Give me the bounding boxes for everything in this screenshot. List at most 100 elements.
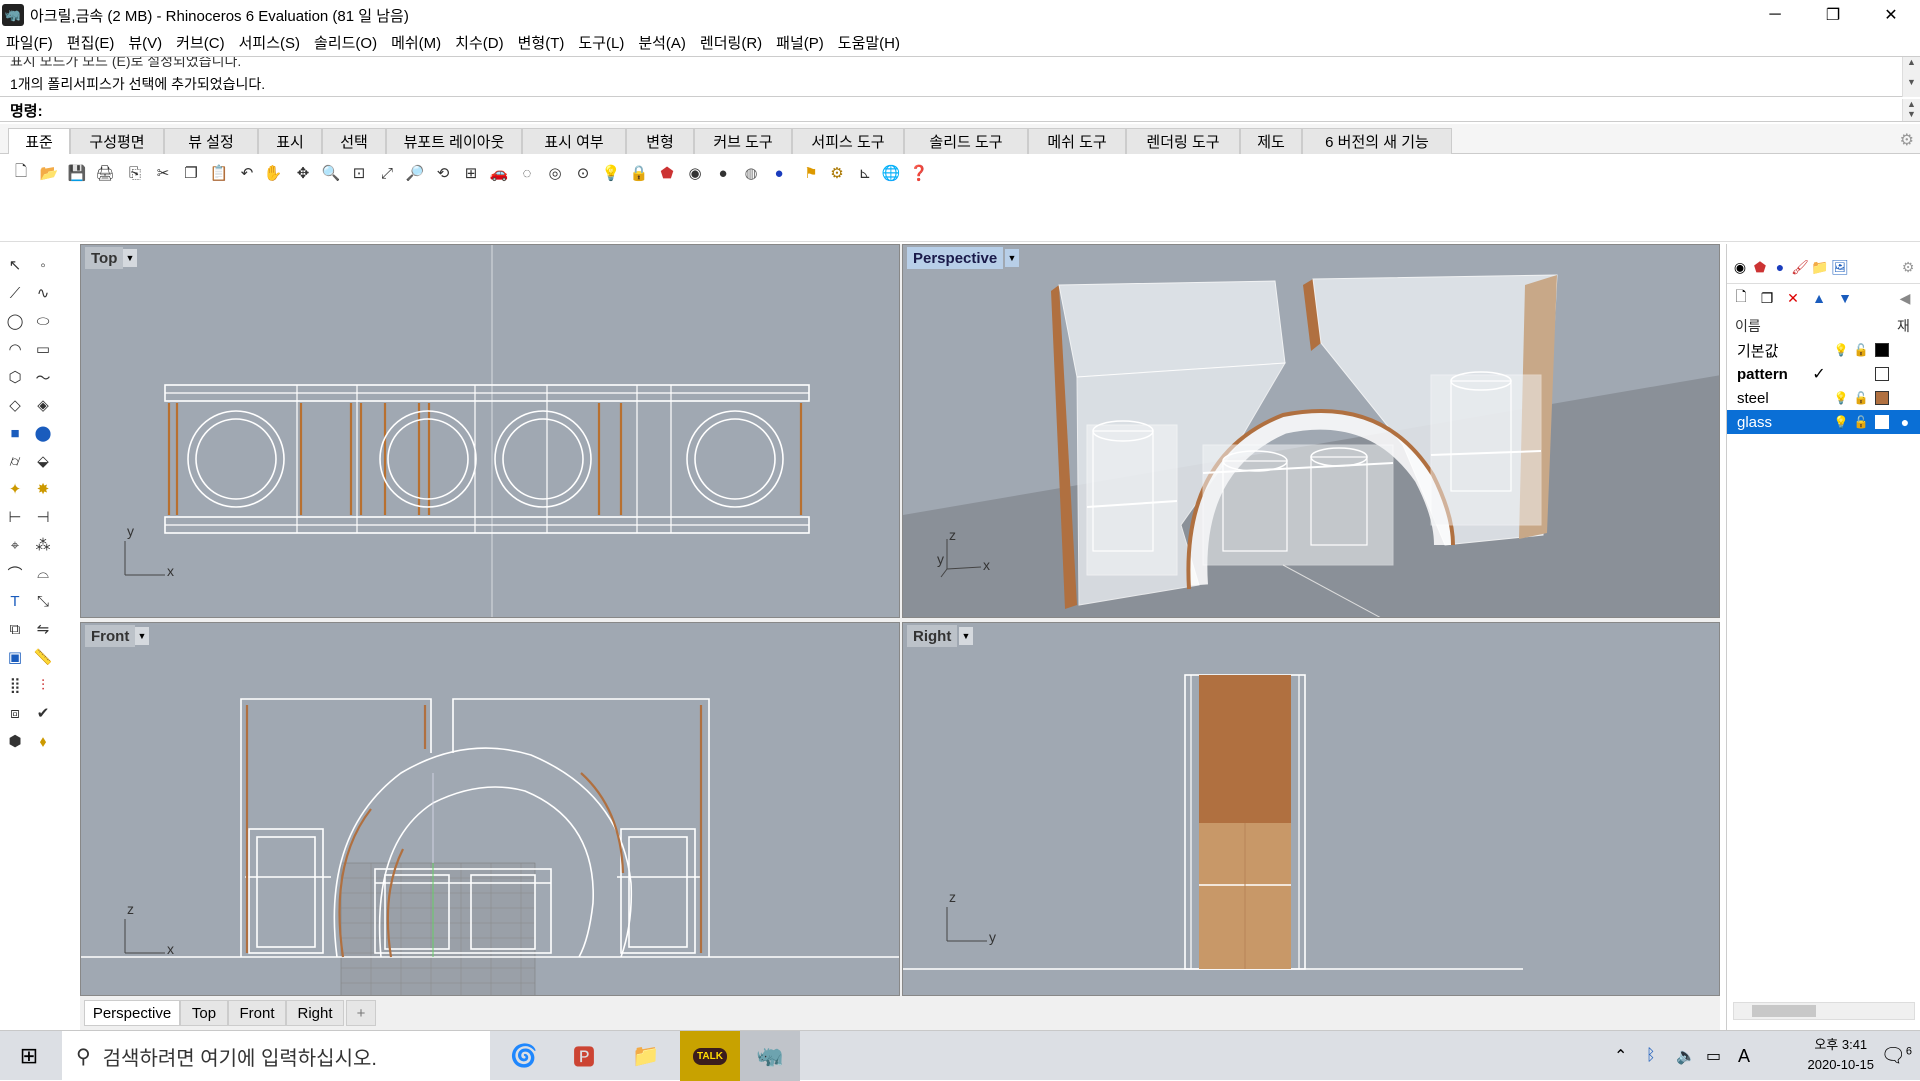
mesh-icon[interactable]: ✦ — [4, 478, 26, 500]
circle-icon[interactable]: ◯ — [4, 310, 26, 332]
unlock-icon[interactable]: 🔓 — [1853, 390, 1869, 406]
lightbulb-icon[interactable]: 💡 — [1833, 390, 1849, 406]
lock-icon[interactable]: 🔒 — [628, 162, 650, 184]
add-viewport-tab-button[interactable]: + — [346, 1000, 376, 1026]
open-icon[interactable]: 📂 — [38, 162, 60, 184]
polyline-icon[interactable]: ⟋ — [4, 282, 26, 304]
rectangle-icon[interactable]: ▭ — [32, 338, 54, 360]
zoom-window-icon[interactable]: ⊡ — [348, 162, 370, 184]
car-icon[interactable]: 🚗 — [488, 162, 510, 184]
viewport-tab-right[interactable]: Right — [286, 1000, 344, 1026]
settings-gear-icon[interactable]: ⚙ — [826, 162, 848, 184]
new-sublayer-icon[interactable]: ❐ — [1757, 288, 1777, 308]
volume-icon[interactable]: 🔈 — [1676, 1031, 1696, 1081]
menu-render[interactable]: 렌더링(R) — [700, 32, 762, 53]
layer-row-steel[interactable]: steel 💡 🔓 — [1727, 386, 1920, 410]
image-icon[interactable]: 🖼 — [1831, 258, 1849, 276]
brush-icon[interactable]: 🖌 — [1791, 258, 1809, 276]
layer-color-swatch[interactable] — [1875, 367, 1889, 381]
powerpoint-icon[interactable]: 🅿 — [554, 1031, 614, 1081]
mirror-icon[interactable]: ⇋ — [32, 618, 54, 640]
save-icon[interactable]: 💾 — [66, 162, 88, 184]
solid-box-icon[interactable]: ▣ — [4, 646, 26, 668]
viewport-layout-icon[interactable]: ⊞ — [460, 162, 482, 184]
battery-icon[interactable]: ▭ — [1706, 1031, 1721, 1081]
menu-mesh[interactable]: 메쉬(M) — [391, 32, 441, 53]
file-explorer-icon[interactable]: 📁 — [616, 1031, 676, 1081]
material-icon[interactable]: ⬟ — [1751, 258, 1769, 276]
tab-select[interactable]: 선택 — [322, 128, 386, 154]
menu-help[interactable]: 도움말(H) — [838, 32, 900, 53]
box-icon[interactable]: ■ — [4, 422, 26, 444]
layer-color-swatch[interactable] — [1875, 415, 1889, 429]
point-icon[interactable]: ◦ — [32, 254, 54, 276]
layers-horizontal-scrollbar[interactable] — [1733, 1002, 1915, 1020]
new-file-icon[interactable]: 🗋 — [10, 162, 32, 184]
ime-indicator[interactable]: A — [1738, 1031, 1750, 1081]
layer-color-swatch[interactable] — [1875, 391, 1889, 405]
unlock-icon[interactable]: 🔓 — [1853, 342, 1869, 358]
tab-standard[interactable]: 표준 — [8, 128, 70, 154]
history-icon[interactable]: ⚑ — [800, 162, 822, 184]
check-icon[interactable]: ✔ — [32, 702, 54, 724]
color-wheel-icon[interactable]: ◉ — [1731, 258, 1749, 276]
rhino-taskbar-icon[interactable]: 🦏 — [740, 1031, 800, 1081]
project-icon[interactable]: ⧈ — [4, 702, 26, 724]
windows-start-icon[interactable]: ⊞ — [0, 1031, 58, 1081]
tab-curve-tools[interactable]: 커브 도구 — [694, 128, 792, 154]
tab-surface-tools[interactable]: 서피스 도구 — [792, 128, 904, 154]
arc-icon[interactable]: ◠ — [4, 338, 26, 360]
viewport-top[interactable]: Top ▼ y x — [80, 244, 900, 618]
rhino-app-icon[interactable]: 🦏 — [2, 4, 24, 26]
shaded-sphere-icon[interactable]: ◍ — [740, 162, 762, 184]
tab-visibility[interactable]: 표시 여부 — [522, 128, 626, 154]
menu-dimension[interactable]: 치수(D) — [455, 32, 503, 53]
layer-row-glass[interactable]: glass 💡 🔓 ● — [1727, 410, 1920, 434]
chevron-down-icon[interactable]: ▼ — [135, 627, 149, 645]
viewport-tab-top[interactable]: Top — [180, 1000, 228, 1026]
rotate-view-icon[interactable]: ✥ — [292, 162, 314, 184]
command-history[interactable]: 표시 모드가 모드 (E)로 설정되었습니다. 1개의 폴리서피스가 선택에 추… — [0, 57, 1902, 97]
analyze-icon[interactable]: ⬢ — [4, 730, 26, 752]
render-globe-icon[interactable]: 🌐 — [880, 162, 902, 184]
viewport-label-top[interactable]: Top — [85, 247, 124, 269]
hide-icon[interactable]: ◌ — [516, 162, 538, 184]
print-icon[interactable]: 🖨 — [94, 162, 116, 184]
scale-icon[interactable]: ⤡ — [32, 590, 54, 612]
curve-icon[interactable]: ∿ — [32, 282, 54, 304]
taskbar-clock[interactable]: 오후 3:41 2020-10-15 — [1808, 1035, 1875, 1075]
material-icon[interactable]: ⬟ — [656, 162, 678, 184]
viewport-tab-front[interactable]: Front — [228, 1000, 286, 1026]
tab-drafting[interactable]: 제도 — [1240, 128, 1302, 154]
notification-icon[interactable]: 🗨6 — [1880, 1043, 1912, 1068]
menu-view[interactable]: 뷰(V) — [128, 32, 162, 53]
minimize-button[interactable]: ─ — [1746, 0, 1804, 30]
tab-new-in-v6[interactable]: 6 버전의 새 기능 — [1302, 128, 1452, 154]
command-prompt-spinner[interactable]: ▲ ▼ — [1902, 99, 1920, 121]
extrude-icon[interactable]: ⬙ — [32, 450, 54, 472]
polygon-icon[interactable]: ⬡ — [4, 366, 26, 388]
menu-surface[interactable]: 서피스(S) — [239, 32, 300, 53]
boolean-icon[interactable]: ⬤ — [32, 422, 54, 444]
maximize-button[interactable]: ❐ — [1804, 0, 1862, 30]
viewport-right[interactable]: Right ▼ z y — [902, 622, 1720, 996]
blue-sphere-icon[interactable]: ● — [768, 162, 790, 184]
menu-transform[interactable]: 변형(T) — [518, 32, 565, 53]
app-swirl-icon[interactable]: 🌀 — [494, 1031, 554, 1081]
viewport-label-front[interactable]: Front — [85, 625, 136, 647]
viewport-label-right[interactable]: Right — [907, 625, 958, 647]
show-icon[interactable]: ◎ — [544, 162, 566, 184]
cut-icon[interactable]: ✂ — [152, 162, 174, 184]
zoom-selected-icon[interactable]: 🔎 — [404, 162, 426, 184]
sphere-icon[interactable]: ● — [712, 162, 734, 184]
help-icon[interactable]: ❓ — [908, 162, 930, 184]
menu-analyze[interactable]: 분석(A) — [638, 32, 686, 53]
layer-row-default[interactable]: 기본값 💡 🔓 — [1727, 338, 1920, 362]
layer-icon[interactable]: ⫶ — [32, 674, 54, 696]
surface-icon[interactable]: ◇ — [4, 394, 26, 416]
render-sphere-icon[interactable]: ● — [1771, 258, 1789, 276]
kakaotalk-icon[interactable]: TALK — [680, 1031, 740, 1081]
layer-color-swatch[interactable] — [1875, 343, 1889, 357]
menu-solid[interactable]: 솔리드(O) — [314, 32, 377, 53]
command-prompt[interactable]: 명령: — [10, 100, 43, 121]
